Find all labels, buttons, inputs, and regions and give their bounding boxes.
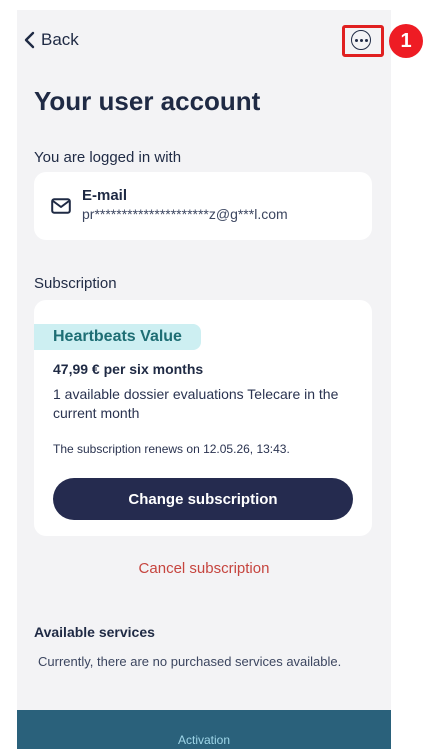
login-method-label: E-mail (82, 187, 128, 204)
plan-name-badge: Heartbeats Value (34, 324, 201, 350)
chevron-left-icon (24, 31, 35, 49)
annotation-highlight-box (342, 25, 384, 57)
activation-bar[interactable]: Activation (17, 710, 391, 749)
top-bar: Back (17, 10, 391, 72)
app-screen: Back Your user account You are logged in… (17, 10, 391, 749)
back-button[interactable]: Back (23, 30, 79, 50)
email-value: pr*********************z@g***l.com (82, 206, 288, 222)
plan-evaluations: 1 available dossier evaluations Telecare… (53, 386, 339, 421)
mail-icon (51, 198, 71, 214)
cancel-subscription-link[interactable]: Cancel subscription (17, 560, 391, 577)
login-section-label: You are logged in with (34, 149, 182, 166)
page-title: Your user account (34, 86, 261, 116)
back-label: Back (41, 30, 79, 49)
renewal-date: The subscription renews on 12.05.26, 13:… (53, 442, 290, 456)
activation-label[interactable]: Activation (178, 733, 230, 747)
services-title: Available services (34, 624, 155, 640)
subscription-card: Heartbeats Value 47,99 € per six months … (34, 300, 372, 536)
services-empty-text: Currently, there are no purchased servic… (38, 654, 342, 669)
annotation-marker: 1 (389, 24, 423, 58)
subscription-section-label: Subscription (34, 275, 117, 292)
change-subscription-button[interactable]: Change subscription (53, 478, 353, 520)
plan-price: 47,99 € per six months (53, 361, 204, 377)
login-method-card: E-mail pr*********************z@g***l.co… (34, 172, 372, 240)
